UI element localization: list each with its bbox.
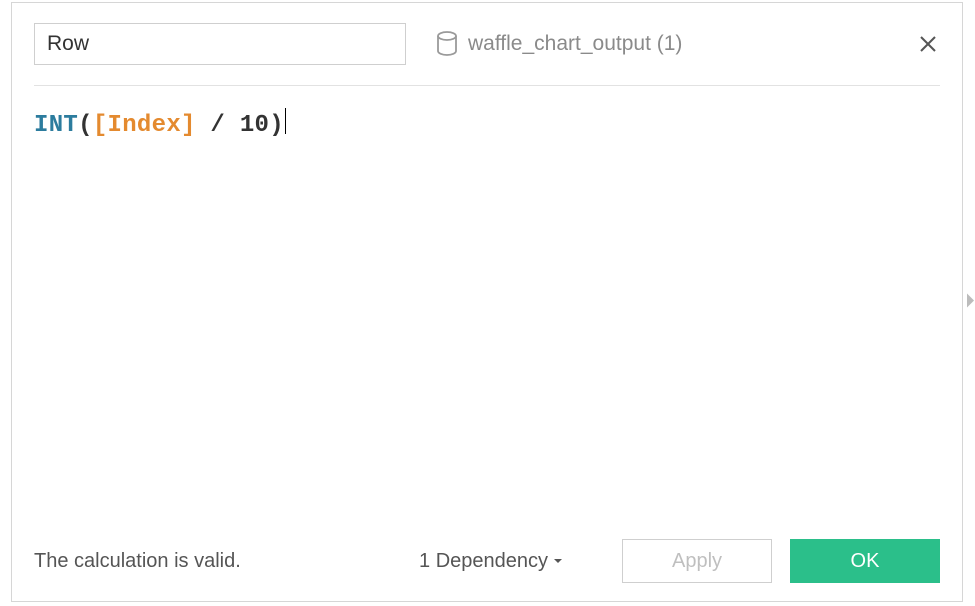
calculation-editor-dialog: waffle_chart_output (1) INT([Index] / 10… bbox=[11, 2, 963, 602]
token-number: 10 bbox=[240, 112, 269, 139]
header-row: waffle_chart_output (1) bbox=[34, 21, 940, 67]
chevron-right-icon bbox=[964, 291, 975, 311]
token-paren-close: ) bbox=[269, 112, 284, 139]
dependencies-dropdown[interactable]: 1 Dependency bbox=[419, 550, 564, 573]
database-icon bbox=[436, 31, 458, 57]
dependencies-label: 1 Dependency bbox=[419, 550, 548, 573]
token-paren-open: ( bbox=[78, 112, 93, 139]
token-function: INT bbox=[34, 112, 78, 139]
datasource-label: waffle_chart_output (1) bbox=[468, 32, 682, 56]
token-field: [Index] bbox=[93, 112, 196, 139]
caret-down-icon bbox=[552, 555, 564, 567]
text-cursor bbox=[285, 108, 287, 134]
close-icon bbox=[918, 34, 938, 54]
apply-button[interactable]: Apply bbox=[622, 539, 772, 583]
datasource-indicator[interactable]: waffle_chart_output (1) bbox=[436, 31, 886, 57]
footer-row: The calculation is valid. 1 Dependency A… bbox=[34, 539, 940, 583]
ok-button[interactable]: OK bbox=[790, 539, 940, 583]
close-button[interactable] bbox=[916, 32, 940, 56]
validation-status: The calculation is valid. bbox=[34, 550, 241, 573]
expand-panel-button[interactable] bbox=[964, 291, 975, 316]
field-name-input[interactable] bbox=[34, 23, 406, 65]
formula-editor[interactable]: INT([Index] / 10) bbox=[34, 86, 940, 539]
token-operator: / bbox=[196, 112, 240, 139]
